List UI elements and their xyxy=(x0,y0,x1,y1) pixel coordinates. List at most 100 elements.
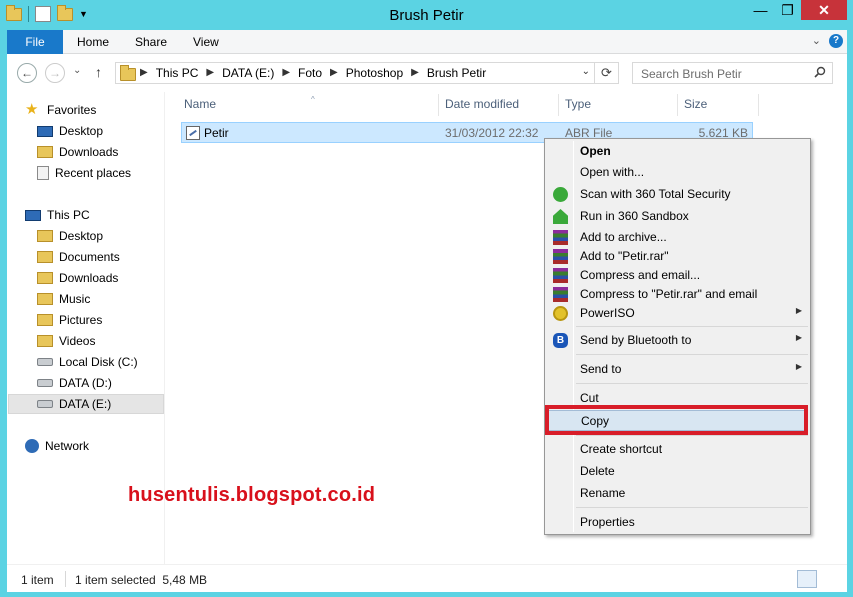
star-icon: ★ xyxy=(25,101,39,118)
bluetooth-icon: B xyxy=(553,333,568,348)
minimize-button[interactable]: — xyxy=(747,0,774,20)
refresh-button[interactable]: ⟳ xyxy=(594,63,618,83)
large-icons-view-button[interactable] xyxy=(822,570,842,588)
breadcrumb-this-pc[interactable]: This PC xyxy=(156,66,199,80)
breadcrumb-separator[interactable]: ▶ xyxy=(330,66,338,80)
recent-locations-button[interactable]: ⌄ xyxy=(73,65,81,76)
menu-item-scan-360[interactable]: Scan with 360 Total Security xyxy=(547,184,808,205)
column-header-date-modified[interactable]: Date modified xyxy=(445,97,519,111)
menu-item-run-sandbox[interactable]: Run in 360 Sandbox xyxy=(547,206,808,227)
divider xyxy=(65,571,66,587)
tab-view[interactable]: View xyxy=(193,30,219,54)
selection-info: 1 item selected 5,48 MB xyxy=(75,573,208,587)
menu-item-compress-email[interactable]: Compress and email... xyxy=(547,265,808,286)
nav-this-pc-desktop[interactable]: Desktop xyxy=(37,226,193,246)
sandbox-icon xyxy=(553,209,568,224)
breadcrumb-separator[interactable]: ▶ xyxy=(206,66,214,80)
breadcrumb-foto[interactable]: Foto xyxy=(298,66,322,80)
menu-separator xyxy=(576,354,808,355)
pictures-folder-icon xyxy=(37,314,53,326)
column-header-type[interactable]: Type xyxy=(565,97,591,111)
menu-label: Create shortcut xyxy=(580,442,663,456)
search-icon[interactable] xyxy=(814,66,826,78)
help-icon[interactable]: ? xyxy=(829,34,843,48)
menu-item-add-to-archive[interactable]: Add to archive... xyxy=(547,227,808,248)
menu-item-create-shortcut[interactable]: Create shortcut xyxy=(547,439,808,460)
details-view-button[interactable] xyxy=(797,570,817,588)
submenu-arrow-icon: ▶ xyxy=(795,306,802,315)
nav-this-pc-music[interactable]: Music xyxy=(37,289,193,309)
close-button[interactable]: ✕ xyxy=(801,0,847,20)
menu-item-properties[interactable]: Properties xyxy=(547,512,808,533)
nav-this-pc[interactable]: This PC xyxy=(25,205,181,225)
nav-data-d[interactable]: DATA (D:) xyxy=(37,373,193,393)
breadcrumb-separator[interactable]: ▶ xyxy=(282,66,290,80)
nav-label: DATA (D:) xyxy=(59,376,112,390)
up-button[interactable]: ↑ xyxy=(95,64,102,80)
search-input[interactable]: Search Brush Petir xyxy=(632,62,833,84)
address-bar[interactable]: ▶ This PC ▶ DATA (E:) ▶ Foto ▶ Photoshop… xyxy=(115,62,619,84)
breadcrumb-data-e[interactable]: DATA (E:) xyxy=(222,66,274,80)
recent-places-icon xyxy=(37,166,49,180)
nav-favorites-downloads[interactable]: Downloads xyxy=(37,142,193,162)
expand-ribbon-icon[interactable]: ⌄ xyxy=(812,34,821,48)
computer-icon xyxy=(25,209,41,221)
nav-label: Documents xyxy=(59,250,120,264)
nav-favorites-desktop[interactable]: Desktop xyxy=(37,121,193,141)
nav-data-e[interactable]: DATA (E:) xyxy=(8,394,164,414)
nav-label: Music xyxy=(59,292,91,306)
menu-item-rename[interactable]: Rename xyxy=(547,483,808,504)
context-menu: Open Open with... Scan with 360 Total Se… xyxy=(544,138,811,535)
navigation-bar: ← → ⌄ ↑ ▶ This PC ▶ DATA (E:) ▶ Foto ▶ P… xyxy=(7,54,847,92)
nav-this-pc-pictures[interactable]: Pictures xyxy=(37,310,193,330)
desktop-folder-icon xyxy=(37,230,53,242)
nav-favorites-recent-places[interactable]: Recent places xyxy=(37,163,193,183)
window-controls: — ❐ ✕ xyxy=(747,0,847,20)
menu-label: Send by Bluetooth to xyxy=(580,333,692,347)
breadcrumb-photoshop[interactable]: Photoshop xyxy=(346,66,403,80)
column-divider[interactable] xyxy=(758,94,759,116)
menu-item-send-bluetooth[interactable]: B Send by Bluetooth to ▶ xyxy=(547,330,808,351)
tab-file[interactable]: File xyxy=(7,30,63,54)
ribbon-controls: ⌄ ? xyxy=(812,34,843,48)
explorer-window: ▼ Brush Petir — ❐ ✕ File Home Share View… xyxy=(0,0,853,597)
tab-share[interactable]: Share xyxy=(135,30,167,54)
breadcrumb-brush-petir[interactable]: Brush Petir xyxy=(427,66,486,80)
menu-item-add-to-rar[interactable]: Add to "Petir.rar" xyxy=(547,246,808,267)
menu-label: Compress to "Petir.rar" and email xyxy=(580,287,758,301)
breadcrumb-separator[interactable]: ▶ xyxy=(411,66,419,80)
menu-label: Properties xyxy=(580,515,635,529)
poweriso-icon xyxy=(553,306,568,321)
forward-button[interactable]: → xyxy=(45,63,65,83)
column-divider[interactable] xyxy=(438,94,439,116)
menu-label: Cut xyxy=(580,391,599,405)
column-header-size[interactable]: Size xyxy=(684,97,707,111)
nav-label: Desktop xyxy=(59,229,104,243)
music-folder-icon xyxy=(37,293,53,305)
nav-this-pc-videos[interactable]: Videos xyxy=(37,331,193,351)
menu-item-send-to[interactable]: Send to ▶ xyxy=(547,359,808,380)
nav-favorites[interactable]: ★ Favorites xyxy=(25,100,181,120)
menu-item-compress-to-rar-email[interactable]: Compress to "Petir.rar" and email xyxy=(547,284,808,305)
nav-network[interactable]: Network xyxy=(25,436,181,456)
maximize-button[interactable]: ❐ xyxy=(774,0,801,20)
nav-this-pc-documents[interactable]: Documents xyxy=(37,247,193,267)
menu-item-open-with[interactable]: Open with... xyxy=(547,162,808,183)
nav-local-disk-c[interactable]: Local Disk (C:) xyxy=(37,352,193,372)
column-divider[interactable] xyxy=(558,94,559,116)
menu-label: Compress and email... xyxy=(580,268,701,282)
menu-label: Open xyxy=(580,144,611,158)
nav-this-pc-downloads[interactable]: Downloads xyxy=(37,268,193,288)
menu-item-open[interactable]: Open xyxy=(547,141,808,162)
menu-label: Rename xyxy=(580,486,626,500)
title-bar[interactable]: ▼ Brush Petir — ❐ ✕ xyxy=(0,0,853,30)
copy-highlight-box xyxy=(545,405,808,435)
column-divider[interactable] xyxy=(677,94,678,116)
winrar-icon xyxy=(553,268,568,283)
menu-item-poweriso[interactable]: PowerISO ▶ xyxy=(547,303,808,324)
address-dropdown-button[interactable]: ⌄ xyxy=(582,66,590,77)
back-button[interactable]: ← xyxy=(17,63,37,83)
tab-home[interactable]: Home xyxy=(77,30,109,54)
menu-item-delete[interactable]: Delete xyxy=(547,461,808,482)
column-header-name[interactable]: Name ^ xyxy=(184,95,315,111)
